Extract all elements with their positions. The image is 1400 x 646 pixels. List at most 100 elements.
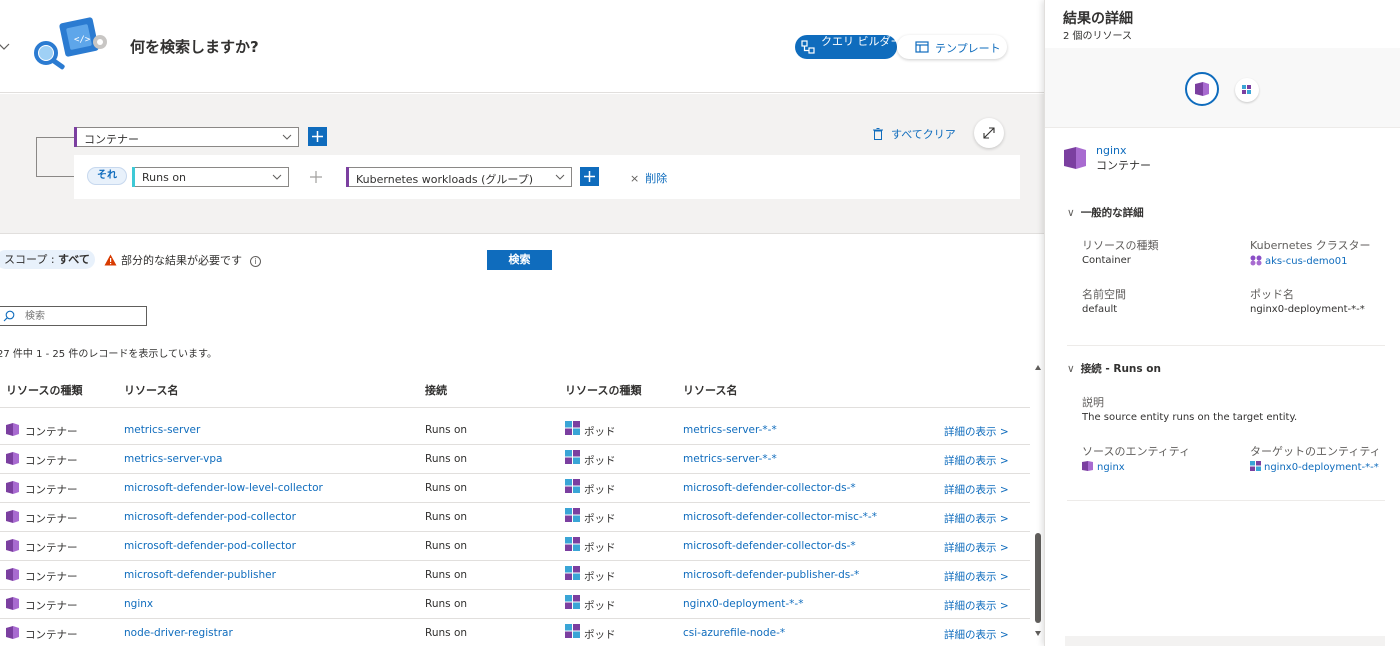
column-header[interactable]: リソースの種類 bbox=[565, 382, 641, 398]
target-name-link[interactable]: csi-azurefile-node-* bbox=[683, 627, 785, 639]
target-name-link[interactable]: microsoft-defender-collector-misc-*-* bbox=[683, 511, 877, 523]
connector-pill[interactable]: それ bbox=[87, 167, 127, 185]
dropdown-accent bbox=[74, 127, 77, 147]
target-name-link[interactable]: microsoft-defender-collector-ds-* bbox=[683, 540, 856, 552]
source-entity-label: ソースのエンティティ bbox=[1082, 445, 1191, 458]
scroll-thumb[interactable] bbox=[1035, 533, 1041, 623]
pod-icon bbox=[565, 421, 581, 436]
table-row[interactable]: コンテナー metrics-server Runs on ポッド metrics-ser… bbox=[0, 416, 1030, 445]
column-header[interactable]: リソースの種類 bbox=[6, 382, 82, 398]
table-row[interactable]: コンテナー nginx Runs on ポッド nginx0-deployment-*-… bbox=[0, 590, 1030, 619]
target-name-link[interactable]: metrics-server-*-* bbox=[683, 453, 777, 465]
resource-name-link[interactable]: microsoft-defender-pod-collector bbox=[124, 511, 296, 523]
description-label: 説明 bbox=[1082, 396, 1104, 409]
view-details-link[interactable]: 詳細の表示 > bbox=[944, 482, 1009, 497]
delete-link[interactable]: × 削除 bbox=[630, 170, 667, 186]
general-section-header[interactable]: ∨ 一般的な詳細 bbox=[1067, 205, 1144, 220]
filter-search-input[interactable] bbox=[25, 309, 135, 323]
resource-name-link[interactable]: microsoft-defender-low-level-collector bbox=[124, 482, 323, 494]
graph-node-container[interactable] bbox=[1185, 72, 1219, 106]
container-icon bbox=[6, 423, 20, 436]
resource-type-cell: コンテナー bbox=[25, 455, 78, 467]
dropdown-value: Kubernetes workloads (グループ) bbox=[356, 173, 534, 186]
resource-type-value: Container bbox=[1082, 255, 1131, 266]
resource-type-cell: コンテナー bbox=[25, 513, 78, 525]
view-details-link[interactable]: 詳細の表示 > bbox=[944, 453, 1009, 468]
target-name-link[interactable]: microsoft-defender-publisher-ds-* bbox=[683, 569, 859, 581]
chevron-down-icon[interactable] bbox=[0, 40, 10, 52]
column-header[interactable]: リソース名 bbox=[124, 382, 178, 398]
add-condition-button[interactable] bbox=[308, 127, 327, 146]
add-target-button[interactable] bbox=[580, 167, 599, 186]
pod-icon bbox=[565, 508, 581, 523]
target-type-cell: ポッド bbox=[584, 455, 616, 467]
plus-icon bbox=[584, 171, 595, 182]
container-icon bbox=[6, 568, 20, 581]
expand-button[interactable] bbox=[974, 118, 1004, 148]
source-entity-value[interactable]: nginx bbox=[1082, 461, 1125, 473]
container-icon bbox=[1082, 461, 1093, 471]
scope-pill[interactable]: スコープ : すべて bbox=[0, 250, 95, 269]
search-button[interactable]: 検索 bbox=[487, 250, 552, 270]
record-count: 27 件中 1 - 25 件のレコードを表示しています。 bbox=[0, 349, 218, 360]
view-details-link[interactable]: 詳細の表示 > bbox=[944, 627, 1009, 642]
pod-name-label: ポッド名 bbox=[1250, 288, 1294, 301]
resource-name-link[interactable]: nginx bbox=[124, 598, 153, 610]
query-builder-icon bbox=[801, 40, 815, 54]
resource-name-link[interactable]: node-driver-registrar bbox=[124, 627, 233, 639]
view-details-link[interactable]: 詳細の表示 > bbox=[944, 540, 1009, 555]
container-icon bbox=[6, 481, 20, 494]
resource-name-link[interactable]: metrics-server bbox=[124, 424, 200, 436]
target-name-link[interactable]: metrics-server-*-* bbox=[683, 424, 777, 436]
table-row[interactable]: コンテナー node-driver-registrar Runs on ポッド csi-… bbox=[0, 619, 1030, 646]
table-row[interactable]: コンテナー metrics-server-vpa Runs on ポッド metrics… bbox=[0, 445, 1030, 474]
query-builder-button[interactable]: クエリ ビルダー bbox=[795, 35, 902, 59]
table-row[interactable]: コンテナー microsoft-defender-publisher Runs on… bbox=[0, 561, 1030, 590]
table-row[interactable]: コンテナー microsoft-defender-pod-collector Run… bbox=[0, 503, 1030, 532]
connection-cell: Runs on bbox=[425, 511, 468, 523]
filter-search-box[interactable] bbox=[0, 306, 147, 326]
cluster-value[interactable]: aks-cus-demo01 bbox=[1250, 255, 1347, 267]
target-type-cell: ポッド bbox=[584, 542, 616, 554]
column-header[interactable]: 接続 bbox=[425, 382, 447, 398]
template-button[interactable]: テンプレート bbox=[897, 35, 1007, 59]
panel-scrollbar[interactable] bbox=[1065, 636, 1385, 646]
connection-cell: Runs on bbox=[425, 482, 468, 494]
resource-name-link[interactable]: metrics-server-vpa bbox=[124, 453, 222, 465]
resource-type-dropdown[interactable]: コンテナー bbox=[74, 127, 299, 147]
target-entity-value[interactable]: nginx0-deployment-*-* bbox=[1250, 461, 1379, 473]
pod-icon bbox=[565, 537, 581, 552]
query-pane: </> 何を検索しますか? クエリ ビルダー テンプレート コンテナー すべてク… bbox=[0, 0, 1044, 646]
view-details-link[interactable]: 詳細の表示 > bbox=[944, 424, 1009, 439]
table-row[interactable]: コンテナー microsoft-defender-pod-collector Run… bbox=[0, 532, 1030, 561]
chevron-down-icon: ∨ bbox=[1067, 207, 1075, 219]
target-dropdown[interactable]: Kubernetes workloads (グループ) bbox=[346, 167, 572, 187]
relation-dropdown[interactable]: Runs on bbox=[132, 167, 289, 187]
source-entity-name: nginx bbox=[1097, 462, 1125, 473]
plus-icon[interactable] bbox=[306, 168, 326, 186]
pod-icon bbox=[565, 450, 581, 465]
tree-line bbox=[36, 137, 37, 177]
clear-all-link[interactable]: すべてクリア bbox=[873, 126, 956, 142]
resource-type-cell: コンテナー bbox=[25, 484, 78, 496]
target-name-link[interactable]: microsoft-defender-collector-ds-* bbox=[683, 482, 856, 494]
resource-type-cell: コンテナー bbox=[25, 426, 78, 438]
chevron-down-icon: ∨ bbox=[1067, 363, 1075, 375]
info-icon[interactable]: i bbox=[250, 256, 261, 267]
selected-resource-name[interactable]: nginx bbox=[1096, 144, 1127, 157]
graph-node-pod[interactable] bbox=[1235, 78, 1259, 102]
section-title: 接続 - Runs on bbox=[1080, 363, 1161, 375]
resource-name-link[interactable]: microsoft-defender-pod-collector bbox=[124, 540, 296, 552]
view-details-link[interactable]: 詳細の表示 > bbox=[944, 511, 1009, 526]
target-name-link[interactable]: nginx0-deployment-*-* bbox=[683, 598, 803, 610]
container-icon bbox=[6, 452, 20, 465]
connection-section-header[interactable]: ∨ 接続 - Runs on bbox=[1067, 361, 1161, 376]
view-details-link[interactable]: 詳細の表示 > bbox=[944, 569, 1009, 584]
dropdown-value: コンテナー bbox=[84, 133, 139, 146]
resource-name-link[interactable]: microsoft-defender-publisher bbox=[124, 569, 276, 581]
column-header[interactable]: リソース名 bbox=[683, 382, 737, 398]
pod-icon bbox=[565, 595, 581, 610]
view-details-link[interactable]: 詳細の表示 > bbox=[944, 598, 1009, 613]
cluster-name: aks-cus-demo01 bbox=[1265, 256, 1348, 267]
table-row[interactable]: コンテナー microsoft-defender-low-level-collec… bbox=[0, 474, 1030, 503]
